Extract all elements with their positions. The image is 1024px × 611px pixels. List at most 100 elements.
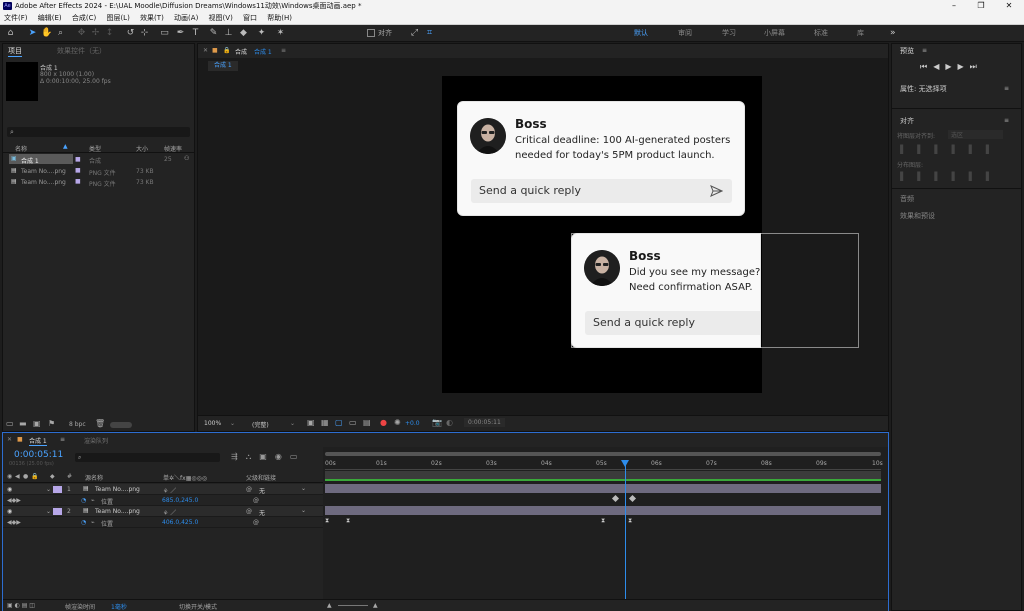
col-fps[interactable]: 帧速率 bbox=[164, 144, 182, 153]
property-row[interactable]: ◀◆▶ ◔ ⌁ 位置 685.0,245.0 @ bbox=[3, 495, 323, 506]
lock-icon[interactable]: 🔒 bbox=[223, 47, 230, 54]
col-size[interactable]: 大小 bbox=[136, 144, 148, 153]
time-ruler[interactable]: 00s 01s 02s 03s 04s 05s 06s 07s 08s 09s … bbox=[325, 457, 883, 470]
home-icon[interactable]: ⌂ bbox=[5, 28, 16, 39]
play-icon[interactable]: ▶ bbox=[945, 62, 957, 71]
eraser-tool-icon[interactable]: ◆ bbox=[238, 28, 249, 39]
menu-icon[interactable]: ≡ bbox=[1004, 85, 1009, 92]
brush-tool-icon[interactable]: ✎ bbox=[208, 28, 219, 39]
pickwhip-icon[interactable]: @ bbox=[246, 486, 252, 493]
dolly-tool-icon[interactable]: ↕ bbox=[104, 28, 115, 39]
new-comp-icon[interactable]: ▣ bbox=[33, 419, 41, 428]
audio-title[interactable]: 音频 bbox=[900, 194, 914, 204]
property-row[interactable]: ◀◆▶ ◔ ⌁ 位置 406.0,425.0 @ bbox=[3, 517, 323, 528]
menu-view[interactable]: 视图(V) bbox=[209, 14, 233, 22]
quality-dropdown[interactable]: (完整) bbox=[252, 420, 269, 429]
parent-dropdown[interactable]: 无 bbox=[259, 486, 265, 495]
effect-controls-tab[interactable]: 效果控件（无） bbox=[57, 46, 106, 56]
timeline-timecode[interactable]: 0:00:05:11 bbox=[14, 450, 63, 460]
timeline-tools[interactable]: ⇶⛬▣◉▭ bbox=[231, 452, 305, 462]
pickwhip-icon[interactable]: @ bbox=[253, 519, 259, 526]
project-search-input[interactable]: ⌕ bbox=[7, 127, 190, 137]
visibility-icon[interactable]: ◉ bbox=[7, 486, 12, 493]
channel-icon[interactable]: ▤ bbox=[363, 418, 371, 427]
layer-row[interactable]: ◉ ⌄ 2 ▤ Team No....png ⚘ ／ @ 无 ⌄ bbox=[3, 506, 323, 517]
reply-input[interactable]: Send a quick reply bbox=[471, 179, 732, 203]
zoom-dropdown[interactable]: 100% bbox=[204, 420, 221, 427]
layer-bar-1[interactable] bbox=[325, 484, 881, 493]
comp-breadcrumb[interactable]: 合成 1 bbox=[208, 61, 238, 71]
snap-grid-icon[interactable]: ⌗ bbox=[424, 28, 435, 39]
align-to-dropdown[interactable]: 选区 bbox=[948, 130, 1003, 139]
effects-presets-title[interactable]: 效果和预设 bbox=[900, 211, 935, 221]
workspace-review[interactable]: 审阅 bbox=[678, 28, 692, 39]
text-tool-icon[interactable]: T bbox=[190, 28, 201, 39]
flowchart-icon[interactable]: ⚇ bbox=[184, 155, 189, 162]
pickwhip-icon[interactable]: @ bbox=[253, 497, 259, 504]
selection-tool-icon[interactable]: ➤ bbox=[27, 28, 38, 39]
timeline-tab[interactable]: 合成 1 bbox=[29, 436, 47, 446]
comp-timecode[interactable]: 0:00:05:11 bbox=[464, 418, 505, 427]
menu-file[interactable]: 文件(F) bbox=[4, 14, 28, 22]
flowchart-footer-icon[interactable]: ⚑ bbox=[48, 419, 55, 428]
workspace-small-screen[interactable]: 小屏幕 bbox=[764, 28, 785, 39]
label-color-chip[interactable] bbox=[53, 486, 62, 493]
toggle-switches-modes[interactable]: 切换开关/模式 bbox=[179, 602, 217, 611]
keyframe-hold[interactable]: ⧗ bbox=[346, 517, 350, 525]
lock-icon[interactable]: 🔒 bbox=[31, 473, 38, 480]
menu-window[interactable]: 窗口 bbox=[243, 14, 257, 22]
solo-icon[interactable]: ● bbox=[23, 473, 28, 480]
footer-icons[interactable]: ▣ ◐ ▤ ◫ bbox=[7, 602, 35, 609]
keyframe-hold[interactable]: ⧗ bbox=[628, 517, 632, 525]
menu-icon[interactable]: ≡ bbox=[1004, 117, 1009, 124]
chevron-down-icon[interactable]: ⌄ bbox=[230, 420, 235, 427]
minimize-button[interactable]: – bbox=[940, 0, 968, 12]
sort-up-icon[interactable]: ▲ bbox=[63, 143, 68, 150]
zoom-in-icon[interactable]: ▲ bbox=[373, 602, 378, 609]
stopwatch-icon[interactable]: ◔ bbox=[81, 497, 86, 504]
expand-icon[interactable]: ⌄ bbox=[46, 508, 51, 515]
visibility-icon[interactable]: ◉ bbox=[7, 473, 12, 480]
keyframe[interactable] bbox=[611, 494, 620, 503]
layer-row[interactable]: ◉ ⌄ 1 ▤ Team No....png ⚘ ／ @ 无 ⌄ bbox=[3, 484, 323, 495]
safe-area-icon[interactable]: ▭ bbox=[349, 418, 357, 427]
close-button[interactable]: ✕ bbox=[995, 0, 1023, 12]
layer-name[interactable]: Team No....png bbox=[95, 508, 140, 515]
exposure-value[interactable]: +0.0 bbox=[405, 420, 420, 427]
menu-help[interactable]: 帮助(H) bbox=[267, 14, 292, 22]
color-channel-icon[interactable]: ● bbox=[380, 418, 387, 427]
delete-icon[interactable]: 🗑 bbox=[95, 419, 105, 428]
mask-icon[interactable]: ▢ bbox=[335, 418, 343, 427]
timeline-search-input[interactable]: ⌕ bbox=[75, 453, 220, 462]
last-frame-icon[interactable]: ⏭ bbox=[970, 62, 983, 71]
menu-animation[interactable]: 动画(A) bbox=[174, 14, 198, 22]
property-value[interactable]: 406.0,425.0 bbox=[162, 519, 198, 526]
col-name[interactable]: 名称 bbox=[15, 144, 27, 153]
maximize-button[interactable]: ❐ bbox=[967, 0, 995, 12]
rectangle-tool-icon[interactable]: ▭ bbox=[159, 28, 170, 39]
puppet-tool-icon[interactable]: ✶ bbox=[275, 28, 286, 39]
clone-tool-icon[interactable]: ⊥ bbox=[223, 28, 234, 39]
comp-tab-name[interactable]: 合成 1 bbox=[254, 47, 272, 56]
menu-effect[interactable]: 效果(T) bbox=[140, 14, 164, 22]
stopwatch-icon[interactable]: ◔ bbox=[81, 519, 86, 526]
roto-tool-icon[interactable]: ✦ bbox=[256, 28, 267, 39]
graph-icon[interactable]: ⌁ bbox=[91, 497, 95, 504]
pen-tool-icon[interactable]: ✒ bbox=[175, 28, 186, 39]
exposure-icon[interactable]: ✺ bbox=[394, 418, 401, 427]
audio-icon[interactable]: ◀ bbox=[15, 473, 20, 480]
parent-dropdown[interactable]: 无 bbox=[259, 508, 265, 517]
keyframe-hold[interactable]: ⧗ bbox=[601, 517, 605, 525]
prev-frame-icon[interactable]: ◀ bbox=[933, 62, 945, 71]
list-item-png-2[interactable]: ▤ Team No....png ■ PNG 文件 73 KB bbox=[9, 177, 189, 188]
layer-name[interactable]: Team No....png bbox=[95, 486, 140, 493]
chevron-down-icon[interactable]: ⌄ bbox=[290, 420, 295, 427]
anchor-tool-icon[interactable]: ⊹ bbox=[139, 28, 150, 39]
workspace-default[interactable]: 默认 bbox=[634, 28, 648, 39]
visibility-icon[interactable]: ◉ bbox=[7, 508, 12, 515]
snap-options-icon[interactable]: ⤢ bbox=[409, 28, 420, 39]
orbit-tool-icon[interactable]: ✥ bbox=[76, 28, 87, 39]
label-color-chip[interactable] bbox=[53, 508, 62, 515]
chevron-down-icon[interactable]: ⌄ bbox=[301, 485, 306, 492]
menu-icon[interactable]: ≡ bbox=[281, 47, 286, 54]
